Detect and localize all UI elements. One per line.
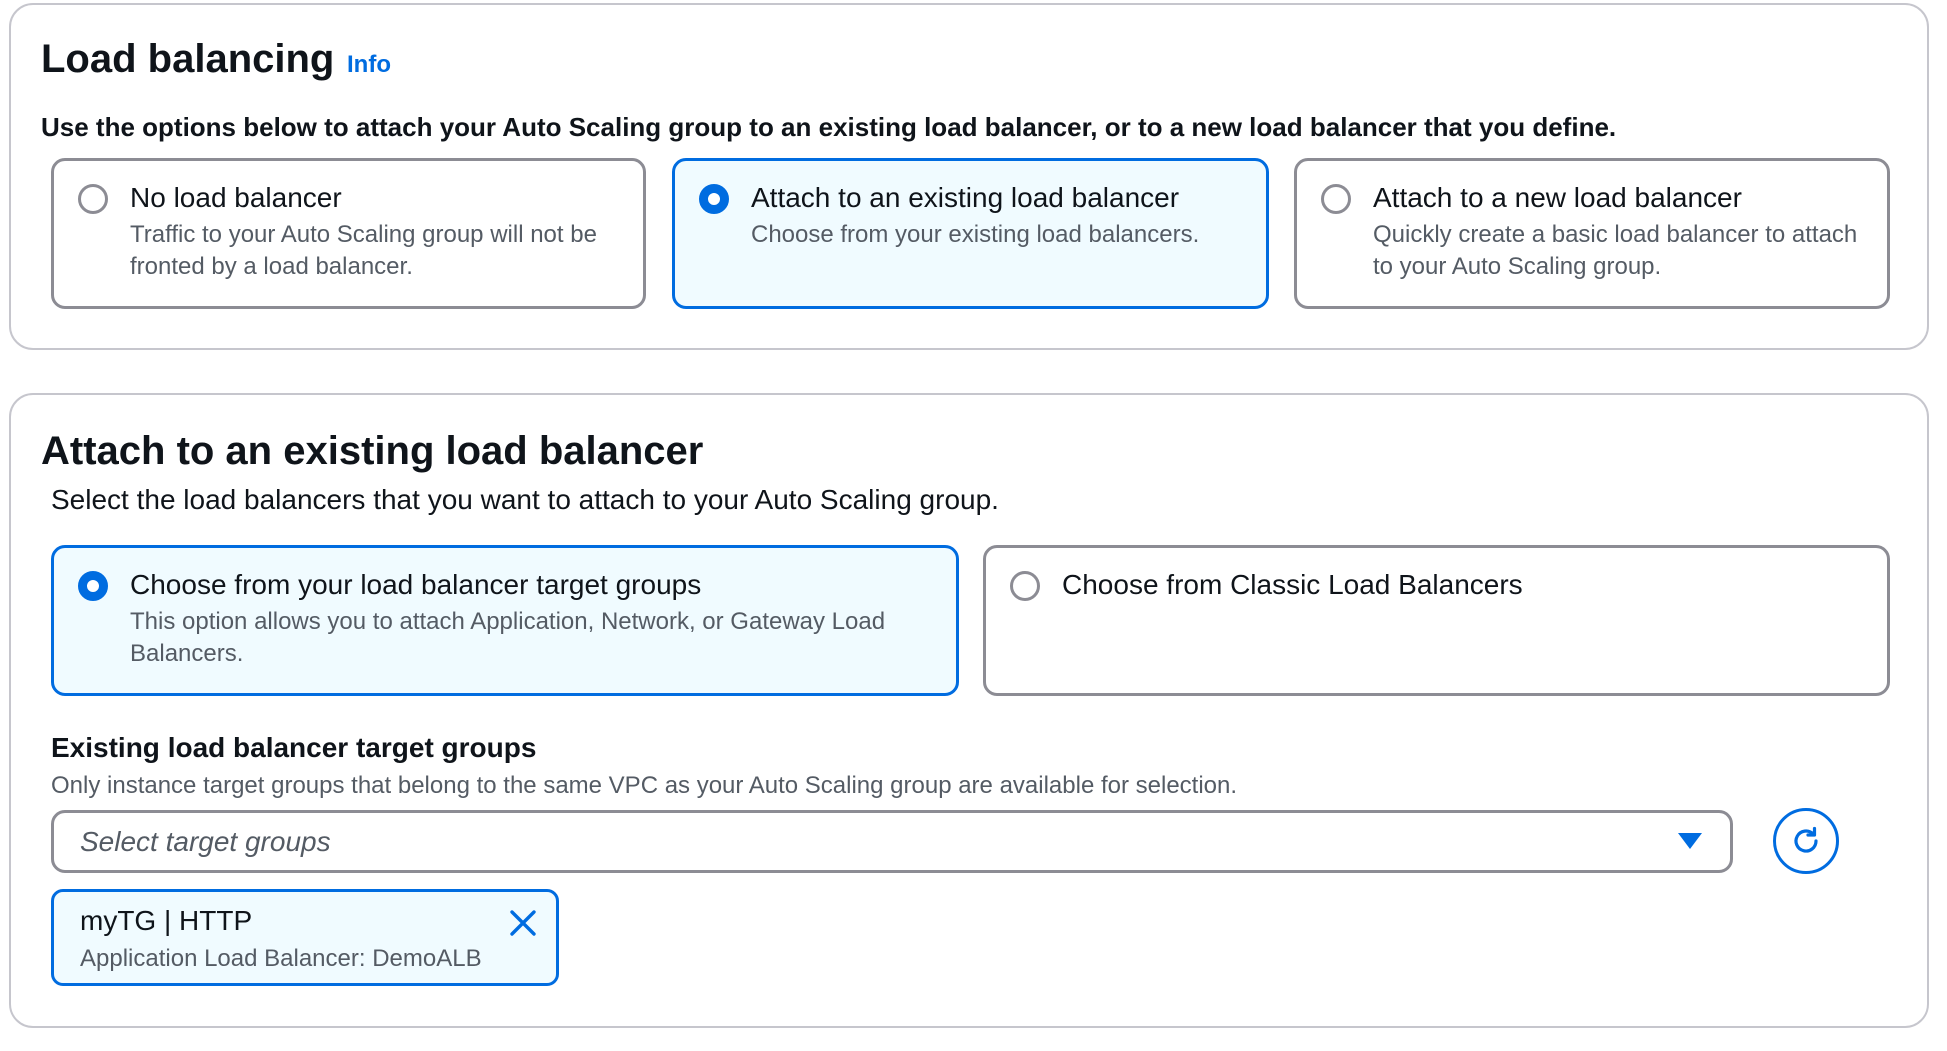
target-groups-description: Only instance target groups that belong … [51, 772, 1238, 799]
option-no-load-balancer[interactable]: No load balancer Traffic to your Auto Sc… [51, 158, 646, 309]
load-balancing-description: Use the options below to attach your Aut… [41, 112, 1617, 142]
option-classic-load-balancers[interactable]: Choose from Classic Load Balancers [983, 545, 1890, 696]
token-subtitle: Application Load Balancer: DemoALB [80, 945, 482, 972]
refresh-icon [1794, 826, 1818, 853]
option-description: Quickly create a basic load balancer to … [1373, 221, 1858, 280]
target-groups-label: Existing load balancer target groups [51, 732, 537, 763]
token-title: myTG | HTTP [80, 905, 253, 936]
radio-button[interactable] [78, 184, 108, 214]
option-label: Choose from your load balancer target gr… [130, 569, 702, 600]
option-label: Attach to an existing load balancer [751, 182, 1180, 213]
attach-existing-title: Attach to an existing load balancer [41, 429, 704, 473]
option-description: Traffic to your Auto Scaling group will … [130, 221, 597, 280]
option-attach-new-load-balancer[interactable]: Attach to a new load balancer Quickly cr… [1294, 158, 1890, 309]
option-description: This option allows you to attach Applica… [130, 608, 886, 667]
refresh-button[interactable] [1773, 808, 1839, 874]
selected-target-group-token: myTG | HTTP Application Load Balancer: D… [51, 889, 559, 986]
radio-button-selected[interactable] [699, 184, 729, 214]
option-label: Choose from Classic Load Balancers [1062, 569, 1523, 600]
radio-button[interactable] [1321, 184, 1351, 214]
option-label: No load balancer [130, 182, 342, 213]
attach-existing-description: Select the load balancers that you want … [51, 484, 999, 515]
option-label: Attach to a new load balancer [1373, 182, 1742, 213]
select-placeholder: Select target groups [80, 826, 331, 857]
load-balancing-title: Load balancing [41, 37, 335, 81]
close-icon[interactable] [506, 906, 540, 940]
radio-button[interactable] [1010, 571, 1040, 601]
option-description: Choose from your existing load balancers… [751, 221, 1200, 248]
option-attach-existing-load-balancer[interactable]: Attach to an existing load balancer Choo… [672, 158, 1269, 309]
info-link[interactable]: Info [347, 50, 391, 80]
caret-down-icon [1678, 833, 1702, 849]
radio-button-selected[interactable] [78, 571, 108, 601]
target-groups-select[interactable]: Select target groups [51, 810, 1733, 873]
option-target-groups[interactable]: Choose from your load balancer target gr… [51, 545, 959, 696]
